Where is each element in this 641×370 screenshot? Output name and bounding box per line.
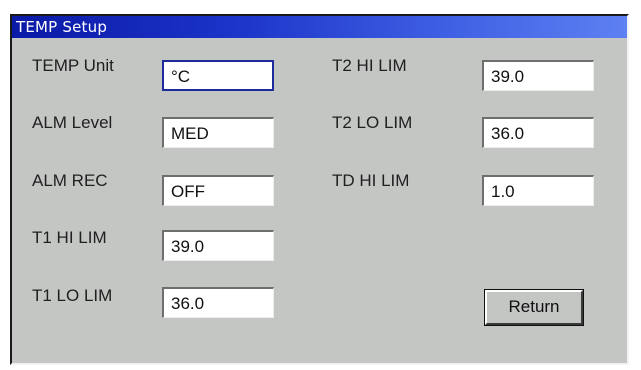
- td-hi-lim-field[interactable]: 1.0: [482, 175, 594, 206]
- t1-hi-lim-field[interactable]: 39.0: [162, 230, 274, 261]
- title-bar: TEMP Setup: [12, 16, 627, 38]
- td-hi-lim-label: TD HI LIM: [332, 171, 410, 190]
- alm-level-field[interactable]: MED: [162, 117, 274, 148]
- temp-unit-field[interactable]: °C: [162, 60, 274, 91]
- alm-level-label: ALM Level: [32, 113, 113, 132]
- t1-hi-lim-label: T1 HI LIM: [32, 228, 107, 247]
- return-button[interactable]: Return: [484, 289, 584, 326]
- window-title: TEMP Setup: [16, 18, 108, 36]
- t2-hi-lim-label: T2 HI LIM: [332, 56, 407, 75]
- alm-rec-field[interactable]: OFF: [162, 175, 274, 206]
- t2-hi-lim-field[interactable]: 39.0: [482, 60, 594, 91]
- t1-lo-lim-label: T1 LO LIM: [32, 286, 113, 305]
- t1-lo-lim-field[interactable]: 36.0: [162, 287, 274, 318]
- alm-rec-label: ALM REC: [32, 171, 108, 190]
- t2-lo-lim-label: T2 LO LIM: [332, 113, 413, 132]
- t2-lo-lim-field[interactable]: 36.0: [482, 117, 594, 148]
- temp-unit-label: TEMP Unit: [32, 56, 114, 75]
- temp-setup-window: TEMP Setup TEMP Unit °C ALM Level MED AL…: [10, 14, 629, 365]
